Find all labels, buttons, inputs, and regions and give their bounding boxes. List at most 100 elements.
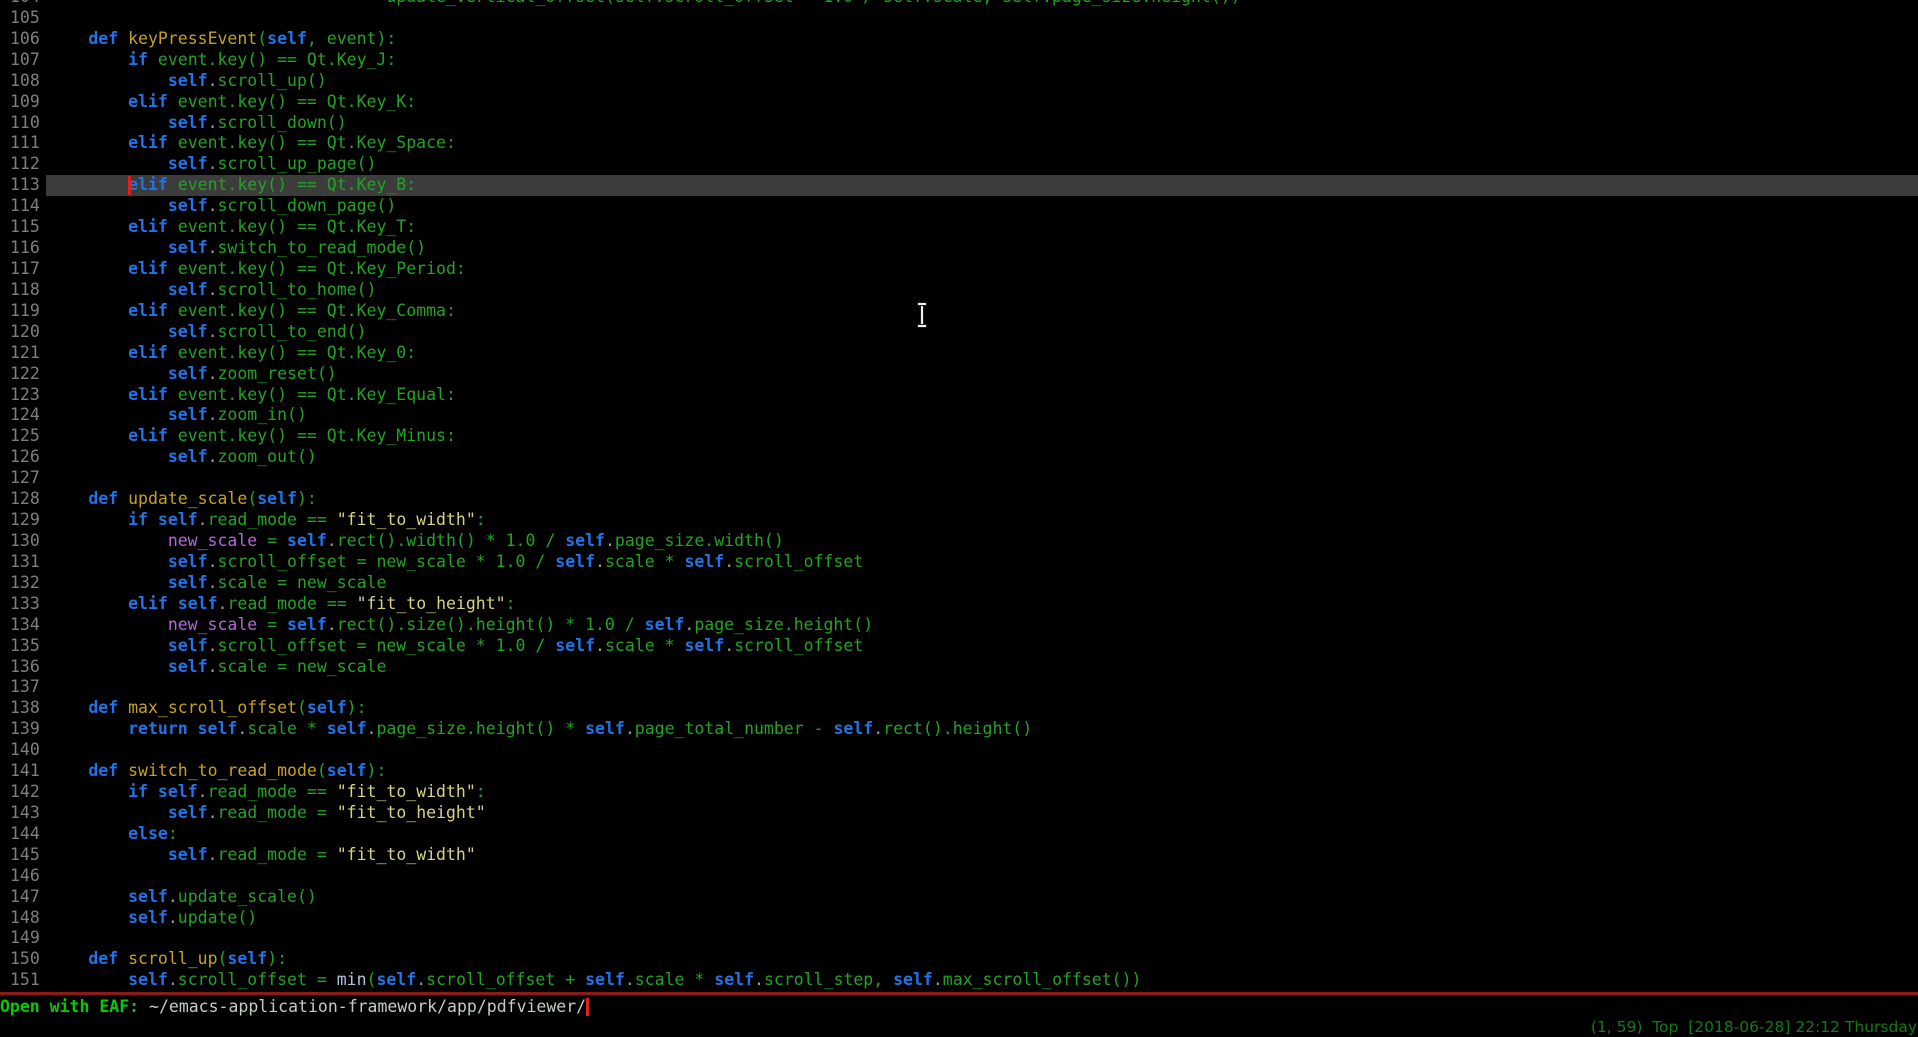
code-text <box>46 468 1918 489</box>
code-line[interactable]: 125 elif event.key() == Qt.Key_Minus: <box>0 426 1918 447</box>
code-line[interactable]: 145 self.read_mode = "fit_to_width" <box>0 845 1918 866</box>
code-token: event.key() == Qt.Key_0: <box>168 343 416 362</box>
code-token <box>49 447 168 466</box>
code-line[interactable]: 108 self.scroll_up() <box>0 71 1918 92</box>
code-line[interactable]: 141 def switch_to_read_mode(self): <box>0 761 1918 782</box>
code-token: zoom_in() <box>218 405 307 424</box>
code-line[interactable]: 143 self.read_mode = "fit_to_height" <box>0 803 1918 824</box>
code-token: self <box>287 531 327 550</box>
code-line[interactable]: 111 elif event.key() == Qt.Key_Space: <box>0 133 1918 154</box>
code-line[interactable]: 113 elif event.key() == Qt.Key_B: <box>0 175 1918 196</box>
code-line[interactable]: 136 self.scale = new_scale <box>0 657 1918 678</box>
code-line[interactable]: 107 if event.key() == Qt.Key_J: <box>0 50 1918 71</box>
code-line[interactable]: 138 def max_scroll_offset(self): <box>0 698 1918 719</box>
code-line[interactable]: 137 <box>0 677 1918 698</box>
code-token: scroll_offset <box>734 636 863 655</box>
code-line[interactable]: 150 def scroll_up(self): <box>0 949 1918 970</box>
code-line[interactable]: 147 self.update_scale() <box>0 887 1918 908</box>
code-text: def update_scale(self): <box>46 489 1918 510</box>
code-token: scroll_up <box>128 949 217 968</box>
code-token: read_mode = <box>218 845 337 864</box>
code-token <box>49 970 128 989</box>
code-text: self.zoom_out() <box>46 447 1918 468</box>
code-line[interactable]: 121 elif event.key() == Qt.Key_0: <box>0 343 1918 364</box>
code-line[interactable]: 119 elif event.key() == Qt.Key_Comma: <box>0 301 1918 322</box>
code-line[interactable]: 133 elif self.read_mode == "fit_to_heigh… <box>0 594 1918 615</box>
code-line[interactable]: 123 elif event.key() == Qt.Key_Equal: <box>0 385 1918 406</box>
code-line[interactable]: 146 <box>0 866 1918 887</box>
code-token <box>49 385 128 404</box>
code-line[interactable]: 135 self.scroll_offset = new_scale * 1.0… <box>0 636 1918 657</box>
code-token: . <box>208 238 218 257</box>
minibuffer-input[interactable]: ~/emacs-application-framework/app/pdfvie… <box>149 997 586 1016</box>
code-line[interactable]: 120 self.scroll_to_end() <box>0 322 1918 343</box>
code-line[interactable]: 142 if self.read_mode == "fit_to_width": <box>0 782 1918 803</box>
code-token: "fit_to_width" <box>337 782 476 801</box>
code-token: elif <box>128 175 168 194</box>
code-token: event.key() == Qt.Key_Minus: <box>168 426 456 445</box>
code-token: read_mode == <box>208 782 337 801</box>
code-token <box>49 949 89 968</box>
code-token: scroll_to_home() <box>218 280 377 299</box>
code-token: self <box>128 887 168 906</box>
line-number: 129 <box>0 510 46 531</box>
code-line[interactable]: 128 def update_scale(self): <box>0 489 1918 510</box>
code-token: self <box>168 573 208 592</box>
code-line[interactable]: 134 new_scale = self.rect().size().heigh… <box>0 615 1918 636</box>
code-token: scroll_up_page() <box>218 154 377 173</box>
code-token: self <box>168 636 208 655</box>
code-line[interactable]: 117 elif event.key() == Qt.Key_Period: <box>0 259 1918 280</box>
code-token: self <box>168 845 208 864</box>
code-token: event.key() == Qt.Key_Space: <box>168 133 456 152</box>
code-line[interactable]: 105 <box>0 8 1918 29</box>
code-text <box>46 866 1918 887</box>
code-token <box>49 259 128 278</box>
code-token <box>49 489 89 508</box>
line-number: 128 <box>0 489 46 510</box>
code-token: . <box>208 573 218 592</box>
code-line[interactable]: 109 elif event.key() == Qt.Key_K: <box>0 92 1918 113</box>
status-line-info: (1, 59) Top [2018-06-28] 22:12 Thursday <box>1591 1018 1918 1036</box>
code-line[interactable]: 132 self.scale = new_scale <box>0 573 1918 594</box>
code-token: self <box>714 970 754 989</box>
minibuffer[interactable]: Open with EAF: ~/emacs-application-frame… <box>0 996 1918 1017</box>
code-line[interactable]: 127 <box>0 468 1918 489</box>
code-token: self <box>565 531 605 550</box>
code-line[interactable]: 110 self.scroll_down() <box>0 113 1918 134</box>
code-token: . <box>327 531 337 550</box>
code-line[interactable]: 114 self.scroll_down_page() <box>0 196 1918 217</box>
code-line[interactable]: 116 self.switch_to_read_mode() <box>0 238 1918 259</box>
code-line[interactable]: 129 if self.read_mode == "fit_to_width": <box>0 510 1918 531</box>
code-line[interactable]: 118 self.scroll_to_home() <box>0 280 1918 301</box>
code-line[interactable]: 139 return self.scale * self.page_size.h… <box>0 719 1918 740</box>
code-line[interactable]: 115 elif event.key() == Qt.Key_T: <box>0 217 1918 238</box>
modeline-separator <box>0 992 1918 995</box>
code-token: . <box>208 552 218 571</box>
code-token: . <box>208 280 218 299</box>
code-line[interactable]: 144 else: <box>0 824 1918 845</box>
code-line[interactable]: 122 self.zoom_reset() <box>0 364 1918 385</box>
code-line[interactable]: 124 self.zoom_in() <box>0 405 1918 426</box>
code-line[interactable]: 106 def keyPressEvent(self, event): <box>0 29 1918 50</box>
line-number: 110 <box>0 113 46 134</box>
code-token: self <box>287 615 327 634</box>
code-token <box>49 845 168 864</box>
partial-code-line[interactable]: 104 update_vertical_offset(self.scroll_o… <box>0 0 1918 8</box>
line-number: 145 <box>0 845 46 866</box>
code-token: page_total_number - <box>635 719 834 738</box>
code-token: ): <box>297 489 317 508</box>
code-token <box>148 782 158 801</box>
code-text: self.scale = new_scale <box>46 657 1918 678</box>
code-line[interactable]: 112 self.scroll_up_page() <box>0 154 1918 175</box>
code-line[interactable]: 140 <box>0 740 1918 761</box>
code-token: self <box>128 970 168 989</box>
code-line[interactable]: 151 self.scroll_offset = min(self.scroll… <box>0 970 1918 991</box>
code-token: : <box>506 594 516 613</box>
code-line[interactable]: 148 self.update() <box>0 908 1918 929</box>
code-token <box>49 29 89 48</box>
code-line[interactable]: 126 self.zoom_out() <box>0 447 1918 468</box>
code-line[interactable]: 131 self.scroll_offset = new_scale * 1.0… <box>0 552 1918 573</box>
line-number: 136 <box>0 657 46 678</box>
code-line[interactable]: 149 <box>0 928 1918 949</box>
code-line[interactable]: 130 new_scale = self.rect().width() * 1.… <box>0 531 1918 552</box>
